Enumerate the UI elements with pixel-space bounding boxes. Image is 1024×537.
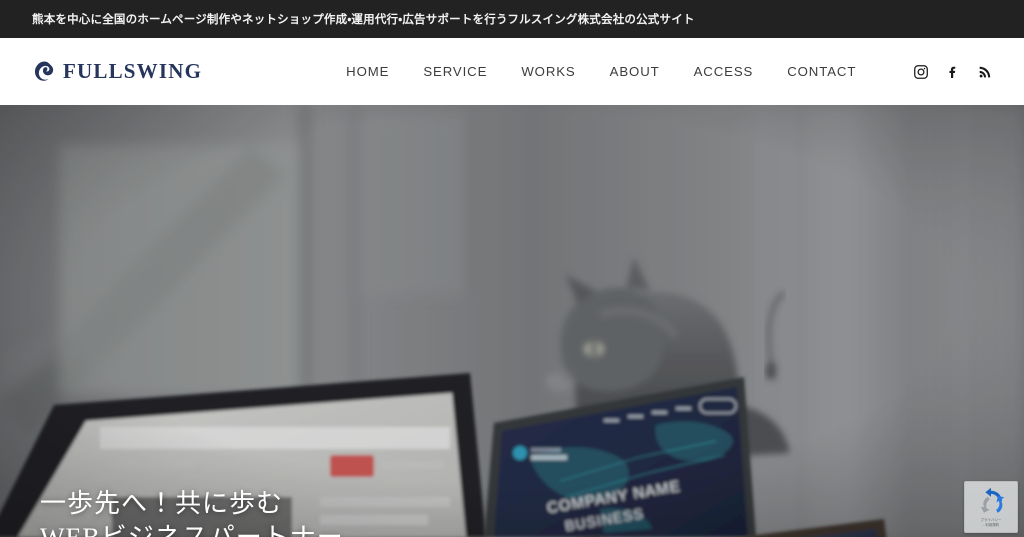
recaptcha-icon [976, 487, 1006, 517]
site-logo[interactable]: FULLSWING [32, 59, 202, 84]
nav-item-home[interactable]: HOME [329, 64, 406, 79]
nav-item-works[interactable]: WORKS [504, 64, 592, 79]
site-logo-text: FULLSWING [63, 59, 203, 83]
main-navigation: HOME SERVICE WORKS ABOUT ACCESS CONTACT [329, 64, 873, 79]
instagram-icon[interactable] [912, 63, 930, 81]
recaptcha-badge[interactable]: プライバシー - 利用規約 [964, 481, 1018, 533]
nav-item-access[interactable]: ACCESS [677, 64, 771, 79]
facebook-icon[interactable] [944, 63, 962, 81]
nav-item-about[interactable]: ABOUT [593, 64, 677, 79]
hero-background-photo: COMPANY NAME BUSINESS COMPANY NAME BUSIN… [0, 105, 1024, 537]
rss-feed-icon[interactable] [976, 63, 994, 81]
site-tagline: 熊本を中心に全国のホームページ制作やネットショップ作成・運用代行・広告サポートを… [32, 12, 695, 26]
nav-item-contact[interactable]: CONTACT [770, 64, 873, 79]
hero-section: COMPANY NAME BUSINESS COMPANY NAME BUSIN… [0, 105, 1024, 537]
recaptcha-privacy-text: プライバシー [980, 518, 1002, 522]
social-links [912, 63, 994, 81]
top-tagline-bar: 熊本を中心に全国のホームページ制作やネットショップ作成・運用代行・広告サポートを… [0, 0, 1024, 38]
fullswing-swoosh-icon [32, 60, 54, 84]
nav-item-service[interactable]: SERVICE [406, 64, 504, 79]
site-header: FULLSWING HOME SERVICE WORKS ABOUT ACCES… [0, 38, 1024, 105]
recaptcha-terms-text: - 利用規約 [982, 523, 1000, 528]
